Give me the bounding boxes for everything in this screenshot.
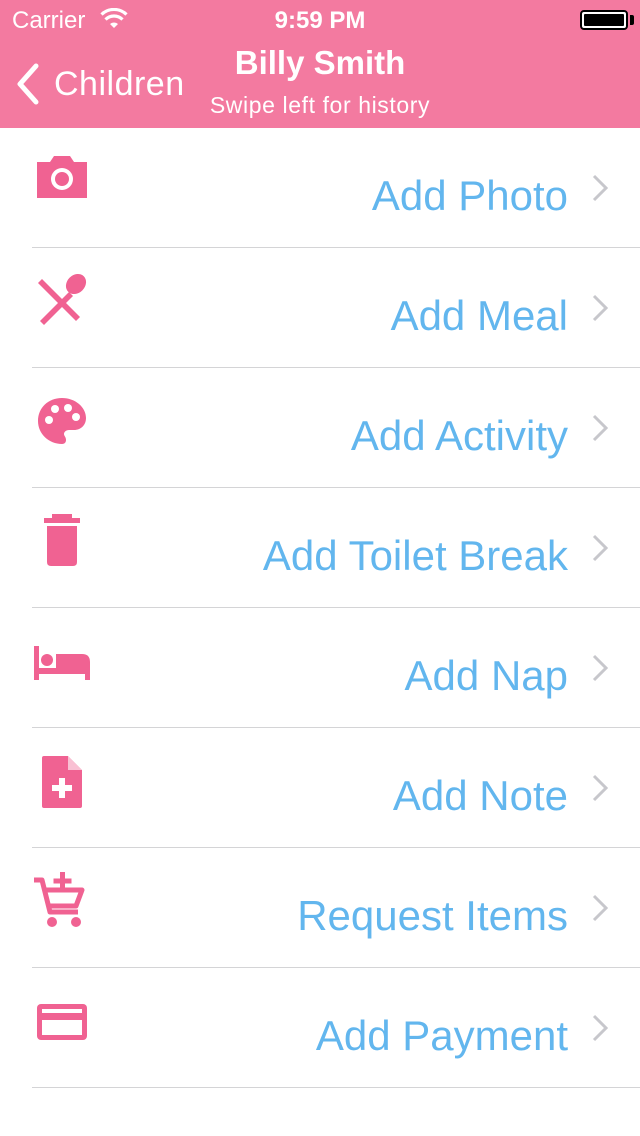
chevron-right-icon (592, 534, 608, 562)
add-payment-label: Add Payment (315, 1012, 568, 1059)
add-activity-label: Add Activity (350, 412, 568, 459)
add-nap-row[interactable]: Add Nap (0, 608, 640, 728)
add-note-label: Add Note (392, 772, 568, 819)
chevron-right-icon (592, 414, 608, 442)
battery-icon (580, 10, 628, 30)
add-activity-row[interactable]: Add Activity (0, 368, 640, 488)
add-photo-label: Add Photo (371, 172, 568, 219)
chevron-right-icon (592, 1014, 608, 1042)
request-items-row[interactable]: Request Items (0, 848, 640, 968)
add-nap-label: Add Nap (404, 652, 568, 699)
status-bar: Carrier 9:59 PM (0, 0, 640, 40)
credit-card-icon (37, 1004, 87, 1040)
add-meal-row[interactable]: Add Meal (0, 248, 640, 368)
page-title: Billy Smith (234, 44, 406, 81)
chevron-right-icon (592, 174, 608, 202)
add-toilet-break-label: Add Toilet Break (262, 532, 568, 579)
palette-icon (38, 398, 86, 444)
trash-icon (44, 514, 80, 566)
chevron-right-icon (592, 294, 608, 322)
add-payment-row[interactable]: Add Payment (0, 968, 640, 1088)
action-list: Add Photo Add Meal Add Activity Add Toil… (0, 128, 640, 1088)
battery-tip (630, 15, 634, 25)
navigation-header: Carrier 9:59 PM Children Billy Smith Swi… (0, 0, 640, 128)
bed-icon (34, 646, 90, 680)
utensils-icon (38, 273, 87, 325)
add-toilet-break-row[interactable]: Add Toilet Break (0, 488, 640, 608)
request-items-label: Request Items (297, 892, 568, 939)
add-note-row[interactable]: Add Note (0, 728, 640, 848)
camera-icon (37, 156, 87, 198)
chevron-right-icon (592, 774, 608, 802)
add-photo-row[interactable]: Add Photo (0, 128, 640, 248)
page-subtitle: Swipe left for history (209, 92, 431, 118)
status-time: 9:59 PM (274, 7, 366, 34)
chevron-right-icon (592, 894, 608, 922)
chevron-right-icon (592, 654, 608, 682)
note-add-icon (42, 756, 82, 808)
cart-add-icon (34, 872, 85, 927)
add-meal-label: Add Meal (390, 292, 568, 339)
